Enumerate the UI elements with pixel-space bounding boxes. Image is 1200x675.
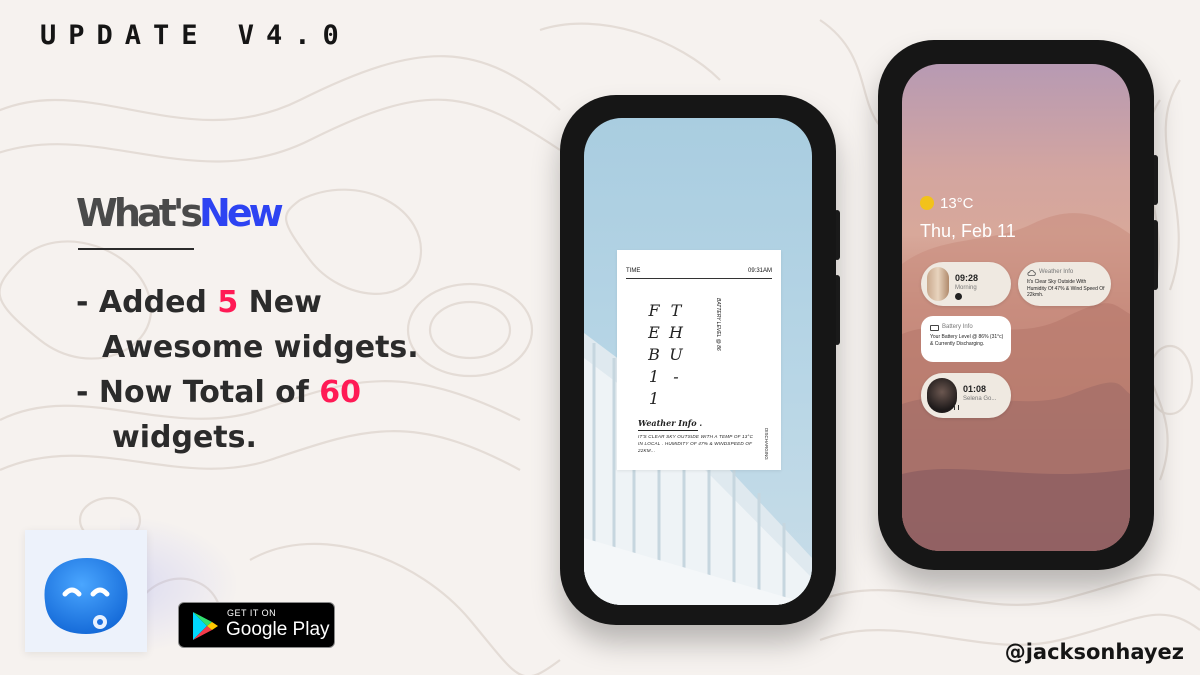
weather-title: Weather Info . <box>638 418 703 428</box>
battery-widget[interactable]: Battery Info Your Battery Level @ 86% (3… <box>921 316 1011 362</box>
google-play-icon <box>193 612 218 640</box>
changelog-line-3: - Now Total of 60 <box>76 370 419 415</box>
weather-description: IT'S CLEAR SKY OUTSIDE WITH A TEMP OF 13… <box>638 434 754 453</box>
changelog-text: - Added <box>76 285 218 320</box>
battery-widget-title: Battery Info <box>942 324 973 330</box>
music-widget[interactable]: 01:08 Selena Go... <box>921 373 1011 418</box>
glyph: H <box>669 323 683 342</box>
app-icon <box>44 558 128 634</box>
google-play-badge[interactable]: GET IT ON Google Play <box>178 602 335 648</box>
month-day-column: F E B 1 1 <box>647 300 661 410</box>
total-widget-count: 60 <box>319 375 362 410</box>
heading-underline <box>78 248 194 250</box>
app-icon-tile <box>25 530 147 652</box>
calendar-widget-card[interactable]: TIME 09:31AM BATTERY LEVEL @ 86 F E B 1 … <box>617 250 781 470</box>
clock-time: 09:28 <box>955 273 979 283</box>
battery-level-text: BATTERY LEVEL @ 86 <box>715 298 721 351</box>
glyph: 1 <box>648 389 660 408</box>
weather-underline <box>638 430 698 431</box>
battery-widget-desc: Your Battery Level @ 86% (31°c) & Curren… <box>930 334 1004 347</box>
author-handle: @jacksonhayez <box>1004 640 1184 664</box>
battery-icon <box>930 325 939 331</box>
clock-photo <box>927 267 949 301</box>
sun-icon <box>920 196 934 210</box>
glyph: F <box>648 301 660 320</box>
glyph: B <box>648 345 660 364</box>
temperature: 13°C <box>940 195 974 212</box>
glyph: 1 <box>648 367 660 386</box>
whats-new-heading: What'sNew <box>76 190 284 236</box>
weekday-column: T H U - <box>669 300 683 388</box>
date: Thu, Feb 11 <box>920 221 1016 241</box>
whats-word: What's <box>76 191 203 235</box>
weather-widget-desc: It's Clear Sky Outside With Humidity Of … <box>1027 279 1105 298</box>
album-art <box>927 378 957 413</box>
clock-label: Morning <box>955 285 977 291</box>
update-title: UPDATE V4.0 <box>40 20 351 51</box>
new-widget-count: 5 <box>217 285 239 320</box>
music-time: 01:08 <box>963 384 987 394</box>
weather-widget-title: Weather Info <box>1039 269 1074 275</box>
glyph: - <box>673 367 679 386</box>
changelog-line-1: - Added 5 New <box>76 280 419 325</box>
changelog-line-4: widgets. <box>112 420 257 455</box>
divider <box>626 278 772 279</box>
time-value: 09:31AM <box>747 268 772 274</box>
phone2-screen <box>902 64 1130 551</box>
clock-widget[interactable]: 09:28 Morning <box>921 262 1011 306</box>
changelog-text: - Now Total of <box>76 375 320 410</box>
badge-small-text: GET IT ON <box>227 608 277 618</box>
time-label: TIME <box>626 268 641 274</box>
changelog-list: - Added 5 New Awesome widgets. - Now Tot… <box>76 280 419 460</box>
music-artist: Selena Go... <box>963 396 997 402</box>
changelog-line-2: Awesome widgets. <box>102 330 419 365</box>
changelog-text: New <box>238 285 322 320</box>
cloud-icon <box>1027 270 1036 276</box>
pause-icon[interactable] <box>954 405 959 410</box>
user-icon <box>955 293 962 300</box>
glyph: U <box>669 345 683 364</box>
glyph: T <box>670 301 682 320</box>
status-side-text: DISCHARGING <box>764 428 769 460</box>
new-word: New <box>199 191 284 235</box>
desert-photo <box>902 213 1130 551</box>
weather-widget[interactable]: Weather Info It's Clear Sky Outside With… <box>1018 262 1111 306</box>
glyph: E <box>648 323 660 342</box>
badge-store-name: Google Play <box>226 619 330 640</box>
